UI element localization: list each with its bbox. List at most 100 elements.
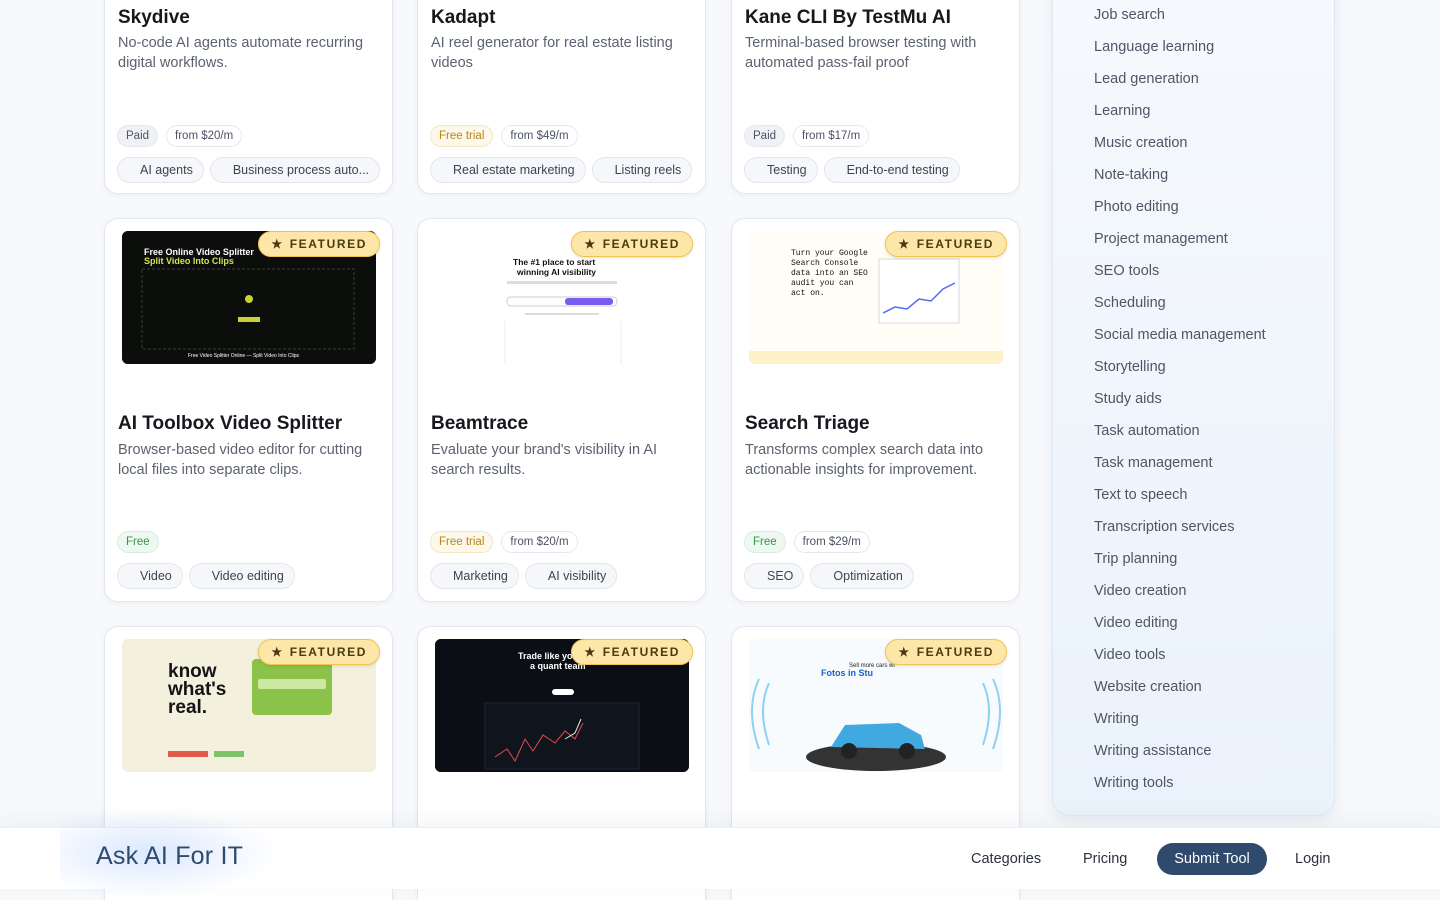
price-badge: from $17/m [793, 125, 870, 147]
star-icon: ★ [898, 237, 911, 251]
tool-title[interactable]: Kadapt [431, 7, 495, 29]
tag[interactable]: AI visibility [524, 563, 618, 589]
pricing-badge: Free trial [430, 125, 494, 147]
category-item[interactable]: Trip planning [1094, 547, 1266, 579]
login-link[interactable]: Login [1295, 851, 1330, 867]
category-item[interactable]: Language learning [1094, 35, 1266, 67]
nav-categories-link[interactable]: Categories [971, 851, 1041, 867]
category-item[interactable]: Video tools [1094, 643, 1266, 675]
category-item[interactable]: Note-taking [1094, 163, 1266, 195]
category-item[interactable]: Task automation [1094, 419, 1266, 451]
tool-card[interactable]: Turn your Google Search Console data int… [731, 218, 1020, 602]
tool-card[interactable]: Skydive No-code AI agents automate recur… [104, 0, 393, 194]
tool-title[interactable]: Search Triage [745, 413, 870, 435]
featured-badge: ★ FEATURED [571, 231, 693, 257]
tool-card[interactable]: Kadapt AI reel generator for real estate… [417, 0, 706, 194]
tool-card[interactable]: The #1 place to start winning AI visibil… [417, 218, 706, 602]
category-list: Job search Language learning Lead genera… [1094, 3, 1266, 803]
pricing-badges: Free from $29/m [744, 531, 870, 553]
thumb-line: real. [168, 697, 207, 718]
thumb-caption: Free Video Splitter Online — Split Video… [188, 353, 299, 359]
category-item[interactable]: Writing tools [1094, 771, 1266, 803]
category-item[interactable]: SEO tools [1094, 259, 1266, 291]
tag[interactable]: AI agents [117, 157, 204, 183]
tag[interactable]: Marketing [430, 563, 519, 589]
featured-badge: ★ FEATURED [258, 639, 380, 665]
top-navbar: Ask AI For IT Categories Pricing Submit … [0, 808, 1440, 898]
pricing-badge: Free trial [430, 531, 494, 553]
pricing-badges: Paid from $17/m [744, 125, 870, 147]
tool-description: Transforms complex search data into acti… [745, 442, 984, 478]
thumb-subheadline: Split Video Into Clips [144, 256, 234, 266]
category-item[interactable]: Website creation [1094, 675, 1266, 707]
tag[interactable]: SEO [744, 563, 805, 589]
category-item[interactable]: Text to speech [1094, 483, 1266, 515]
thumb-line: audit you can [791, 279, 854, 288]
pricing-badge: Free [744, 531, 786, 553]
category-item[interactable]: Lead generation [1094, 67, 1266, 99]
category-item[interactable]: Transcription services [1094, 515, 1266, 547]
tag-list: Marketing AI visibility [430, 563, 618, 589]
tag[interactable]: Real estate marketing [430, 157, 586, 183]
featured-badge: ★ FEATURED [885, 639, 1007, 665]
pricing-badges: Free [117, 531, 159, 553]
category-item[interactable]: Study aids [1094, 387, 1266, 419]
pricing-badges: Free trial from $20/m [430, 531, 578, 553]
featured-badge: ★ FEATURED [885, 231, 1007, 257]
tool-description: Evaluate your brand's visibility in AI s… [431, 442, 658, 478]
category-item[interactable]: Social media management [1094, 323, 1266, 355]
category-item[interactable]: Writing [1094, 707, 1266, 739]
category-item[interactable]: Storytelling [1094, 355, 1266, 387]
featured-badge: ★ FEATURED [571, 639, 693, 665]
tool-title[interactable]: Beamtrace [431, 413, 528, 435]
star-icon: ★ [271, 645, 284, 659]
thumb-headline: The #1 place to start [513, 257, 595, 267]
star-icon: ★ [898, 645, 911, 659]
tag[interactable]: Listing reels [591, 157, 693, 183]
thumb-subheadline: Fotos in Stu [821, 668, 873, 678]
tag[interactable]: Business process auto... [209, 157, 381, 183]
category-item[interactable]: Photo editing [1094, 195, 1266, 227]
tag-list: Video Video editing [117, 563, 295, 589]
tool-card[interactable]: Kane CLI By TestMu AI Terminal-based bro… [731, 0, 1020, 194]
thumb-line: act on. [791, 289, 825, 298]
tag[interactable]: Video [117, 563, 183, 589]
tag[interactable]: End-to-end testing [823, 157, 960, 183]
star-icon: ★ [584, 645, 597, 659]
price-badge: from $29/m [793, 531, 870, 553]
pricing-badge: Paid [744, 125, 786, 147]
thumb-headline: Trade like yo [518, 651, 573, 661]
category-item[interactable]: Video editing [1094, 611, 1266, 643]
tag[interactable]: Testing [744, 157, 818, 183]
tag[interactable]: Video editing [188, 563, 295, 589]
site-logo[interactable]: Ask AI For IT [96, 842, 243, 871]
category-item[interactable]: Project management [1094, 227, 1266, 259]
tag-list: Testing End-to-end testing [744, 157, 960, 183]
tool-description: No-code AI agents automate recurring dig… [118, 35, 364, 71]
tag-list: SEO Optimization [744, 563, 914, 589]
pricing-badges: Free trial from $49/m [430, 125, 578, 147]
thumb-line: Search Console [791, 259, 858, 268]
price-badge: from $20/m [166, 125, 243, 147]
nav-pricing-link[interactable]: Pricing [1083, 851, 1127, 867]
submit-tool-button[interactable]: Submit Tool [1157, 843, 1267, 875]
pricing-badge: Free [117, 531, 159, 553]
category-item[interactable]: Task management [1094, 451, 1266, 483]
category-item[interactable]: Music creation [1094, 131, 1266, 163]
thumb-line: data into an SEO [791, 269, 868, 278]
category-item[interactable]: Writing assistance [1094, 739, 1266, 771]
tag-list: AI agents Business process auto... [117, 157, 381, 183]
thumb-subheadline: winning AI visibility [516, 267, 596, 277]
tool-card[interactable]: Free Online Video Splitter Split Video I… [104, 218, 393, 602]
star-icon: ★ [584, 237, 597, 251]
category-item[interactable]: Video creation [1094, 579, 1266, 611]
category-item[interactable]: Job search [1094, 3, 1266, 35]
tool-title[interactable]: AI Toolbox Video Splitter [118, 413, 342, 435]
category-item[interactable]: Learning [1094, 99, 1266, 131]
star-icon: ★ [271, 237, 284, 251]
category-item[interactable]: Scheduling [1094, 291, 1266, 323]
tag[interactable]: Optimization [810, 563, 914, 589]
pricing-badge: Paid [117, 125, 159, 147]
tool-title[interactable]: Kane CLI By TestMu AI [745, 7, 951, 29]
tool-title[interactable]: Skydive [118, 7, 190, 29]
